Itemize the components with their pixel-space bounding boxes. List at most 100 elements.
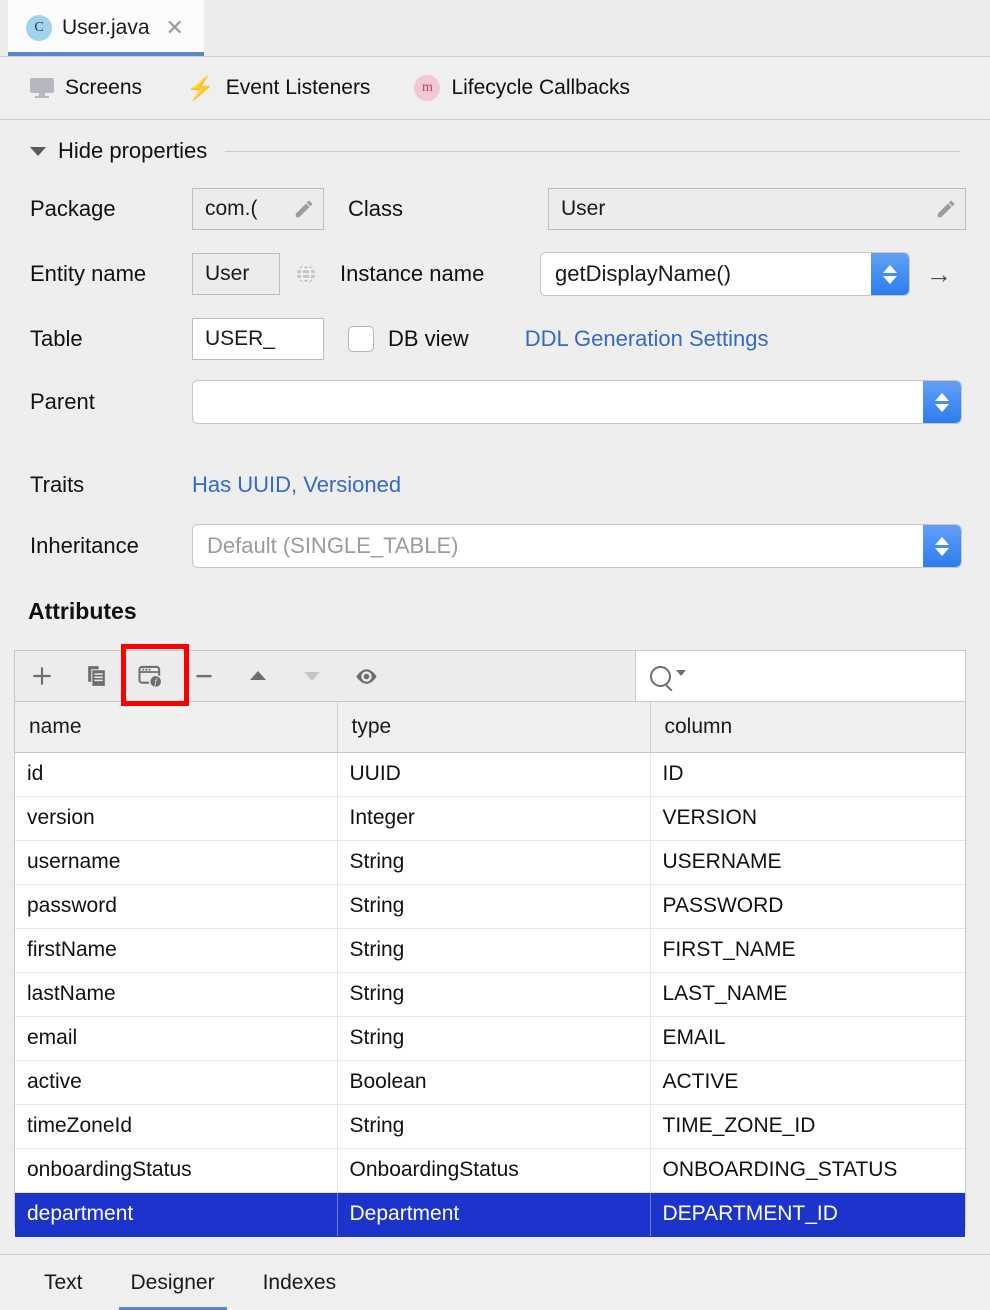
inheritance-value: Default (SINGLE_TABLE) [207,533,459,558]
entity-name-label: Entity name [30,261,147,286]
cell-column: ACTIVE [650,1060,965,1105]
table-field[interactable]: USER_ [192,318,324,360]
attributes-table-body: id UUID ID version Integer VERSION username Str… [15,752,965,1237]
remove-attribute-button[interactable] [177,651,231,702]
attributes-toolbar: f [15,651,965,702]
table-value: USER_ [205,327,276,350]
cell-column: ID [650,752,965,797]
copy-icon [87,665,105,686]
search-input[interactable] [635,651,965,701]
package-value: com.( [205,197,258,220]
cell-type: String [337,1104,651,1149]
subnav-item-screens[interactable]: Screens [30,76,142,100]
subnav-item-event-listeners[interactable]: ⚡ Event Listeners [186,76,370,100]
cell-type: String [337,1016,651,1061]
table-row[interactable]: password String PASSWORD [15,884,965,929]
parent-label: Parent [30,389,95,414]
caret-down-icon [30,146,46,156]
cell-column: TIME_ZONE_ID [650,1104,965,1149]
cell-type: Boolean [337,1060,651,1105]
package-field[interactable]: com.( [192,188,324,230]
search-icon [650,665,671,687]
table-row[interactable]: username String USERNAME [15,840,965,885]
class-field[interactable]: User [548,188,966,230]
stepper-updown-icon[interactable] [923,525,961,567]
entity-name-value: User [205,262,250,285]
screen-icon [30,78,54,98]
table-row[interactable]: id UUID ID [15,752,965,797]
class-file-icon: C [26,15,52,41]
instance-name-combo[interactable]: getDisplayName() [540,252,910,296]
traits-link[interactable]: Has UUID, Versioned [192,472,401,498]
row-package-class: Package com.( Class User [0,186,990,232]
column-header-name[interactable]: name [15,702,338,753]
cell-type: Integer [337,796,651,841]
table-row[interactable]: lastName String LAST_NAME [15,972,965,1017]
cell-name: department [15,1192,338,1237]
window-field-icon: f [137,665,163,688]
parent-combo[interactable] [192,380,962,424]
tab-text[interactable]: Text [44,1255,83,1310]
table-row[interactable]: department Department DEPARTMENT_ID [15,1192,965,1237]
toggle-visibility-button[interactable] [339,651,393,702]
duplicate-attribute-button[interactable] [69,651,123,702]
row-entity-instance: Entity name User Instance name getDispla… [0,250,990,298]
arrow-up-icon [250,671,266,680]
close-icon[interactable]: ✕ [166,17,184,39]
bottom-tab-bar: Text Designer Indexes [0,1254,990,1310]
arrow-down-icon [304,672,320,681]
chevron-down-icon[interactable] [676,670,686,676]
attributes-panel: f name type column id UUID ID version In… [14,650,966,1237]
method-m-icon: m [414,75,441,101]
cell-name: lastName [15,972,338,1017]
subnav-label-lifecycle-callbacks: Lifecycle Callbacks [451,76,631,99]
add-attribute-button[interactable] [15,651,69,702]
hide-properties-label: Hide properties [58,138,208,163]
column-header-type[interactable]: type [337,702,651,753]
editor-tab-user-java[interactable]: C User.java ✕ [8,0,204,56]
traits-label: Traits [30,472,85,497]
move-down-button[interactable] [285,651,339,702]
ddl-generation-settings-link[interactable]: DDL Generation Settings [525,326,769,352]
tab-indexes[interactable]: Indexes [263,1255,337,1310]
pencil-icon[interactable] [293,198,315,220]
table-row[interactable]: version Integer VERSION [15,796,965,841]
class-label: Class [348,196,404,221]
subnav-label-screens: Screens [65,76,143,99]
row-traits: Traits Has UUID, Versioned [0,465,990,505]
stepper-updown-icon[interactable] [871,253,909,295]
lightning-bolt-icon: ⚡ [186,74,215,101]
move-up-button[interactable] [231,651,285,702]
hide-properties-toggle[interactable]: Hide properties [0,120,990,164]
cell-name: email [15,1016,338,1061]
minus-icon [196,674,212,678]
table-row[interactable]: email String EMAIL [15,1016,965,1061]
table-row[interactable]: firstName String FIRST_NAME [15,928,965,973]
stepper-updown-icon[interactable] [923,381,961,423]
cell-name: active [15,1060,338,1105]
globe-icon[interactable] [294,262,318,286]
inheritance-label: Inheritance [30,533,139,558]
entity-name-field[interactable]: User [192,253,280,295]
cell-name: version [15,796,338,841]
cell-name: onboardingStatus [15,1148,338,1193]
table-row[interactable]: onboardingStatus OnboardingStatus ONBOARDI… [15,1148,965,1193]
pencil-icon[interactable] [935,198,957,220]
plus-icon [33,667,51,685]
subnav-item-lifecycle-callbacks[interactable]: m Lifecycle Callbacks [414,75,630,101]
table-header-row: name type column [15,702,965,753]
properties-panel: Hide properties Package com.( Class User [0,120,990,568]
arrow-right-icon[interactable]: → [926,261,952,287]
cell-name: firstName [15,928,338,973]
table-row[interactable]: timeZoneId String TIME_ZONE_ID [15,1104,965,1149]
inheritance-combo[interactable]: Default (SINGLE_TABLE) [192,524,962,568]
tab-designer[interactable]: Designer [118,1255,227,1310]
table-row[interactable]: active Boolean ACTIVE [15,1060,965,1105]
db-view-checkbox[interactable] [348,326,374,352]
column-header-column[interactable]: column [650,702,965,753]
cell-type: String [337,840,651,885]
new-field-button[interactable]: f [123,651,177,702]
cell-type: Department [337,1192,651,1237]
cell-name: password [15,884,338,929]
cell-type: String [337,928,651,973]
